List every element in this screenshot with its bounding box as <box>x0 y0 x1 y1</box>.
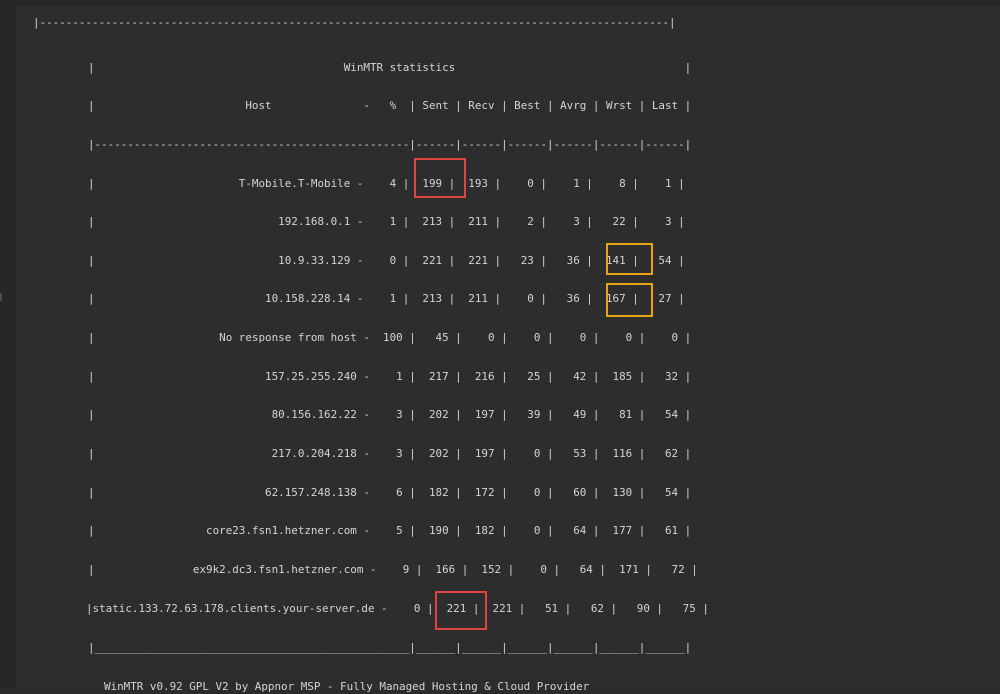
table-row: | ex9k2.dc3.fsn1.hetzner.com - 9 | 166 |… <box>88 563 698 576</box>
table-row: | 80.156.162.22 - 3 | 202 | 197 | 39 | 4… <box>88 408 692 421</box>
table-row: | T-Mobile.T-Mobile - 4 | 199 | 193 | 0 … <box>88 177 685 190</box>
table-row: | 10.158.228.14 - 1 | 213 | 211 | 0 | 36… <box>88 292 685 305</box>
report-title-line: | WinMTR statistics | <box>88 61 692 74</box>
table-row: | 192.168.0.1 - 1 | 213 | 211 | 2 | 3 | … <box>88 215 685 228</box>
report-bottom-border: |_______________________________________… <box>88 641 692 654</box>
table-row: | 217.0.204.218 - 3 | 202 | 197 | 0 | 53… <box>88 447 692 460</box>
table-row: | core23.fsn1.hetzner.com - 5 | 190 | 18… <box>88 524 692 537</box>
winmtr-report: |---------------------------------------… <box>0 0 1000 693</box>
report-footer-line: WinMTR v0.92 GPL V2 by Appnor MSP - Full… <box>104 680 590 693</box>
report-header-line: | Host - % | Sent | Recv | Best | Avrg |… <box>88 99 692 112</box>
table-row: |static.133.72.63.178.clients.your-serve… <box>86 602 709 615</box>
table-row: | 10.9.33.129 - 0 | 221 | 221 | 23 | 36 … <box>88 254 685 267</box>
report-separator-line: |---------------------------------------… <box>88 138 692 151</box>
report-top-border: |---------------------------------------… <box>33 16 676 29</box>
table-row: | 62.157.248.138 - 6 | 182 | 172 | 0 | 6… <box>88 486 692 499</box>
table-row: | No response from host - 100 | 45 | 0 |… <box>88 331 692 344</box>
table-row: | 157.25.255.240 - 1 | 217 | 216 | 25 | … <box>88 370 692 383</box>
